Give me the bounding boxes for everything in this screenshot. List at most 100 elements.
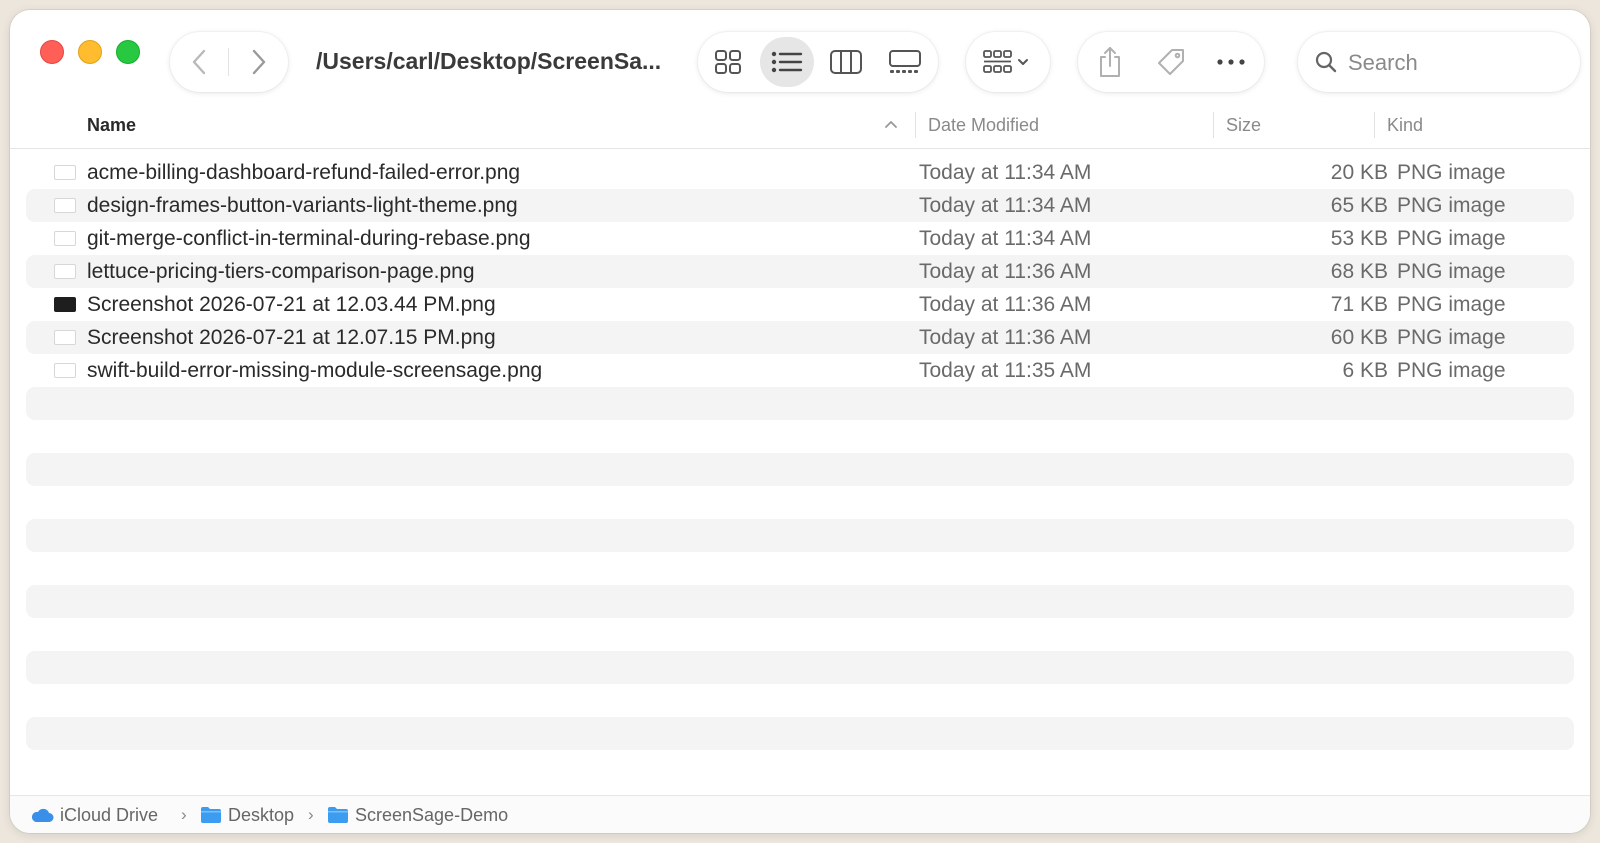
- file-kind: PNG image: [1397, 161, 1506, 184]
- file-size: 68 KB: [1330, 260, 1388, 283]
- group-by-icon: [983, 50, 1028, 73]
- chevron-left-icon: [192, 49, 206, 75]
- empty-row: [26, 552, 1574, 585]
- column-separator[interactable]: [1213, 112, 1214, 138]
- file-size: 20 KB: [1330, 161, 1388, 184]
- view-icons-button[interactable]: [700, 32, 756, 92]
- file-date-modified: Today at 11:36 AM: [919, 326, 1092, 349]
- list-icon: [771, 51, 803, 73]
- file-kind: PNG image: [1397, 359, 1506, 382]
- file-kind: PNG image: [1397, 326, 1506, 349]
- search-icon: [1315, 51, 1337, 73]
- file-date-modified: Today at 11:34 AM: [919, 161, 1092, 184]
- file-date-modified: Today at 11:34 AM: [919, 194, 1092, 217]
- share-button[interactable]: [1082, 32, 1138, 92]
- forward-button[interactable]: [229, 32, 288, 92]
- path-separator-icon: ›: [308, 805, 314, 824]
- file-size: 60 KB: [1330, 326, 1388, 349]
- png-file-icon: [54, 264, 76, 279]
- empty-row: [26, 585, 1574, 618]
- png-file-icon: [54, 165, 76, 180]
- chevron-right-icon: [252, 49, 265, 75]
- column-header-size[interactable]: Size: [1226, 102, 1261, 148]
- column-separator[interactable]: [1374, 112, 1375, 138]
- file-date-modified: Today at 11:36 AM: [919, 293, 1092, 316]
- file-row[interactable]: design-frames-button-variants-light-them…: [26, 189, 1574, 222]
- file-row[interactable]: swift-build-error-missing-module-screens…: [26, 354, 1574, 387]
- file-row[interactable]: Screenshot 2026-07-21 at 12.07.15 PM.png…: [26, 321, 1574, 354]
- more-button[interactable]: [1202, 32, 1260, 92]
- file-kind: PNG image: [1397, 293, 1506, 316]
- tag-button[interactable]: [1142, 32, 1200, 92]
- column-header-bar: Name Date Modified Size Kind: [10, 102, 1590, 149]
- share-icon: [1100, 47, 1120, 77]
- icloud-icon: [31, 808, 54, 822]
- view-gallery-button[interactable]: [876, 32, 934, 92]
- file-name: Screenshot 2026-07-21 at 12.03.44 PM.png: [87, 293, 496, 316]
- column-header-kind[interactable]: Kind: [1387, 102, 1423, 148]
- grid-icon: [715, 50, 741, 74]
- sort-ascending-icon[interactable]: [884, 119, 898, 129]
- view-columns-button[interactable]: [818, 32, 874, 92]
- file-size: 65 KB: [1330, 194, 1388, 217]
- empty-row: [26, 387, 1574, 420]
- gallery-icon: [889, 50, 921, 73]
- view-list-button[interactable]: [760, 32, 814, 92]
- zoom-button[interactable]: [116, 40, 140, 64]
- folder-icon: [201, 807, 221, 823]
- file-size: 6 KB: [1342, 359, 1388, 382]
- tag-icon: [1158, 49, 1184, 75]
- empty-row: [26, 651, 1574, 684]
- search-field[interactable]: [1298, 32, 1580, 92]
- file-row[interactable]: lettuce-pricing-tiers-comparison-page.pn…: [26, 255, 1574, 288]
- search-input[interactable]: [1346, 46, 1570, 80]
- empty-row: [26, 717, 1574, 750]
- empty-row: [26, 684, 1574, 717]
- minimize-button[interactable]: [78, 40, 102, 64]
- file-kind: PNG image: [1397, 227, 1506, 250]
- column-separator[interactable]: [915, 112, 916, 138]
- png-file-icon: [54, 363, 76, 378]
- group-by-button[interactable]: [966, 32, 1050, 92]
- close-button[interactable]: [40, 40, 64, 64]
- path-crumb-screensage-demo[interactable]: ScreenSage-Demo: [327, 796, 508, 833]
- path-crumb-desktop[interactable]: Desktop: [200, 796, 294, 833]
- file-name: lettuce-pricing-tiers-comparison-page.pn…: [87, 260, 475, 283]
- action-group: [1078, 32, 1264, 92]
- file-name: git-merge-conflict-in-terminal-during-re…: [87, 227, 531, 250]
- columns-icon: [830, 50, 862, 74]
- crumb-label: iCloud Drive: [60, 804, 159, 825]
- path-bar: iCloud Drive › Desktop › ScreenSage-Demo: [10, 795, 1590, 833]
- file-date-modified: Today at 11:35 AM: [919, 359, 1092, 382]
- file-name: design-frames-button-variants-light-them…: [87, 194, 518, 217]
- file-size: 71 KB: [1330, 293, 1388, 316]
- crumb-label: ScreenSage-Demo: [355, 804, 509, 825]
- empty-row: [26, 750, 1574, 783]
- file-row[interactable]: acme-billing-dashboard-refund-failed-err…: [26, 156, 1574, 189]
- file-date-modified: Today at 11:36 AM: [919, 260, 1092, 283]
- toolbar: /Users/carl/Desktop/ScreenSa...: [10, 10, 1590, 102]
- png-file-icon: [54, 297, 76, 312]
- path-separator-icon: ›: [181, 805, 187, 824]
- empty-row: [26, 420, 1574, 453]
- column-header-name[interactable]: Name: [87, 102, 136, 148]
- png-file-icon: [54, 198, 76, 213]
- file-name: Screenshot 2026-07-21 at 12.07.15 PM.png: [87, 326, 496, 349]
- file-size: 53 KB: [1330, 227, 1388, 250]
- png-file-icon: [54, 330, 76, 345]
- png-file-icon: [54, 231, 76, 246]
- column-header-date-modified[interactable]: Date Modified: [928, 102, 1039, 148]
- file-name: acme-billing-dashboard-refund-failed-err…: [87, 161, 521, 184]
- path-crumb-icloud-drive[interactable]: iCloud Drive: [30, 796, 158, 833]
- empty-row: [26, 453, 1574, 486]
- empty-row: [26, 486, 1574, 519]
- file-kind: PNG image: [1397, 260, 1506, 283]
- file-row[interactable]: Screenshot 2026-07-21 at 12.03.44 PM.png…: [26, 288, 1574, 321]
- file-list: acme-billing-dashboard-refund-failed-err…: [10, 156, 1590, 783]
- file-date-modified: Today at 11:34 AM: [919, 227, 1092, 250]
- window-title: /Users/carl/Desktop/ScreenSa...: [316, 48, 662, 74]
- file-row[interactable]: git-merge-conflict-in-terminal-during-re…: [26, 222, 1574, 255]
- file-name: swift-build-error-missing-module-screens…: [87, 359, 543, 382]
- group-by-control[interactable]: [966, 32, 1050, 92]
- back-button[interactable]: [170, 32, 228, 92]
